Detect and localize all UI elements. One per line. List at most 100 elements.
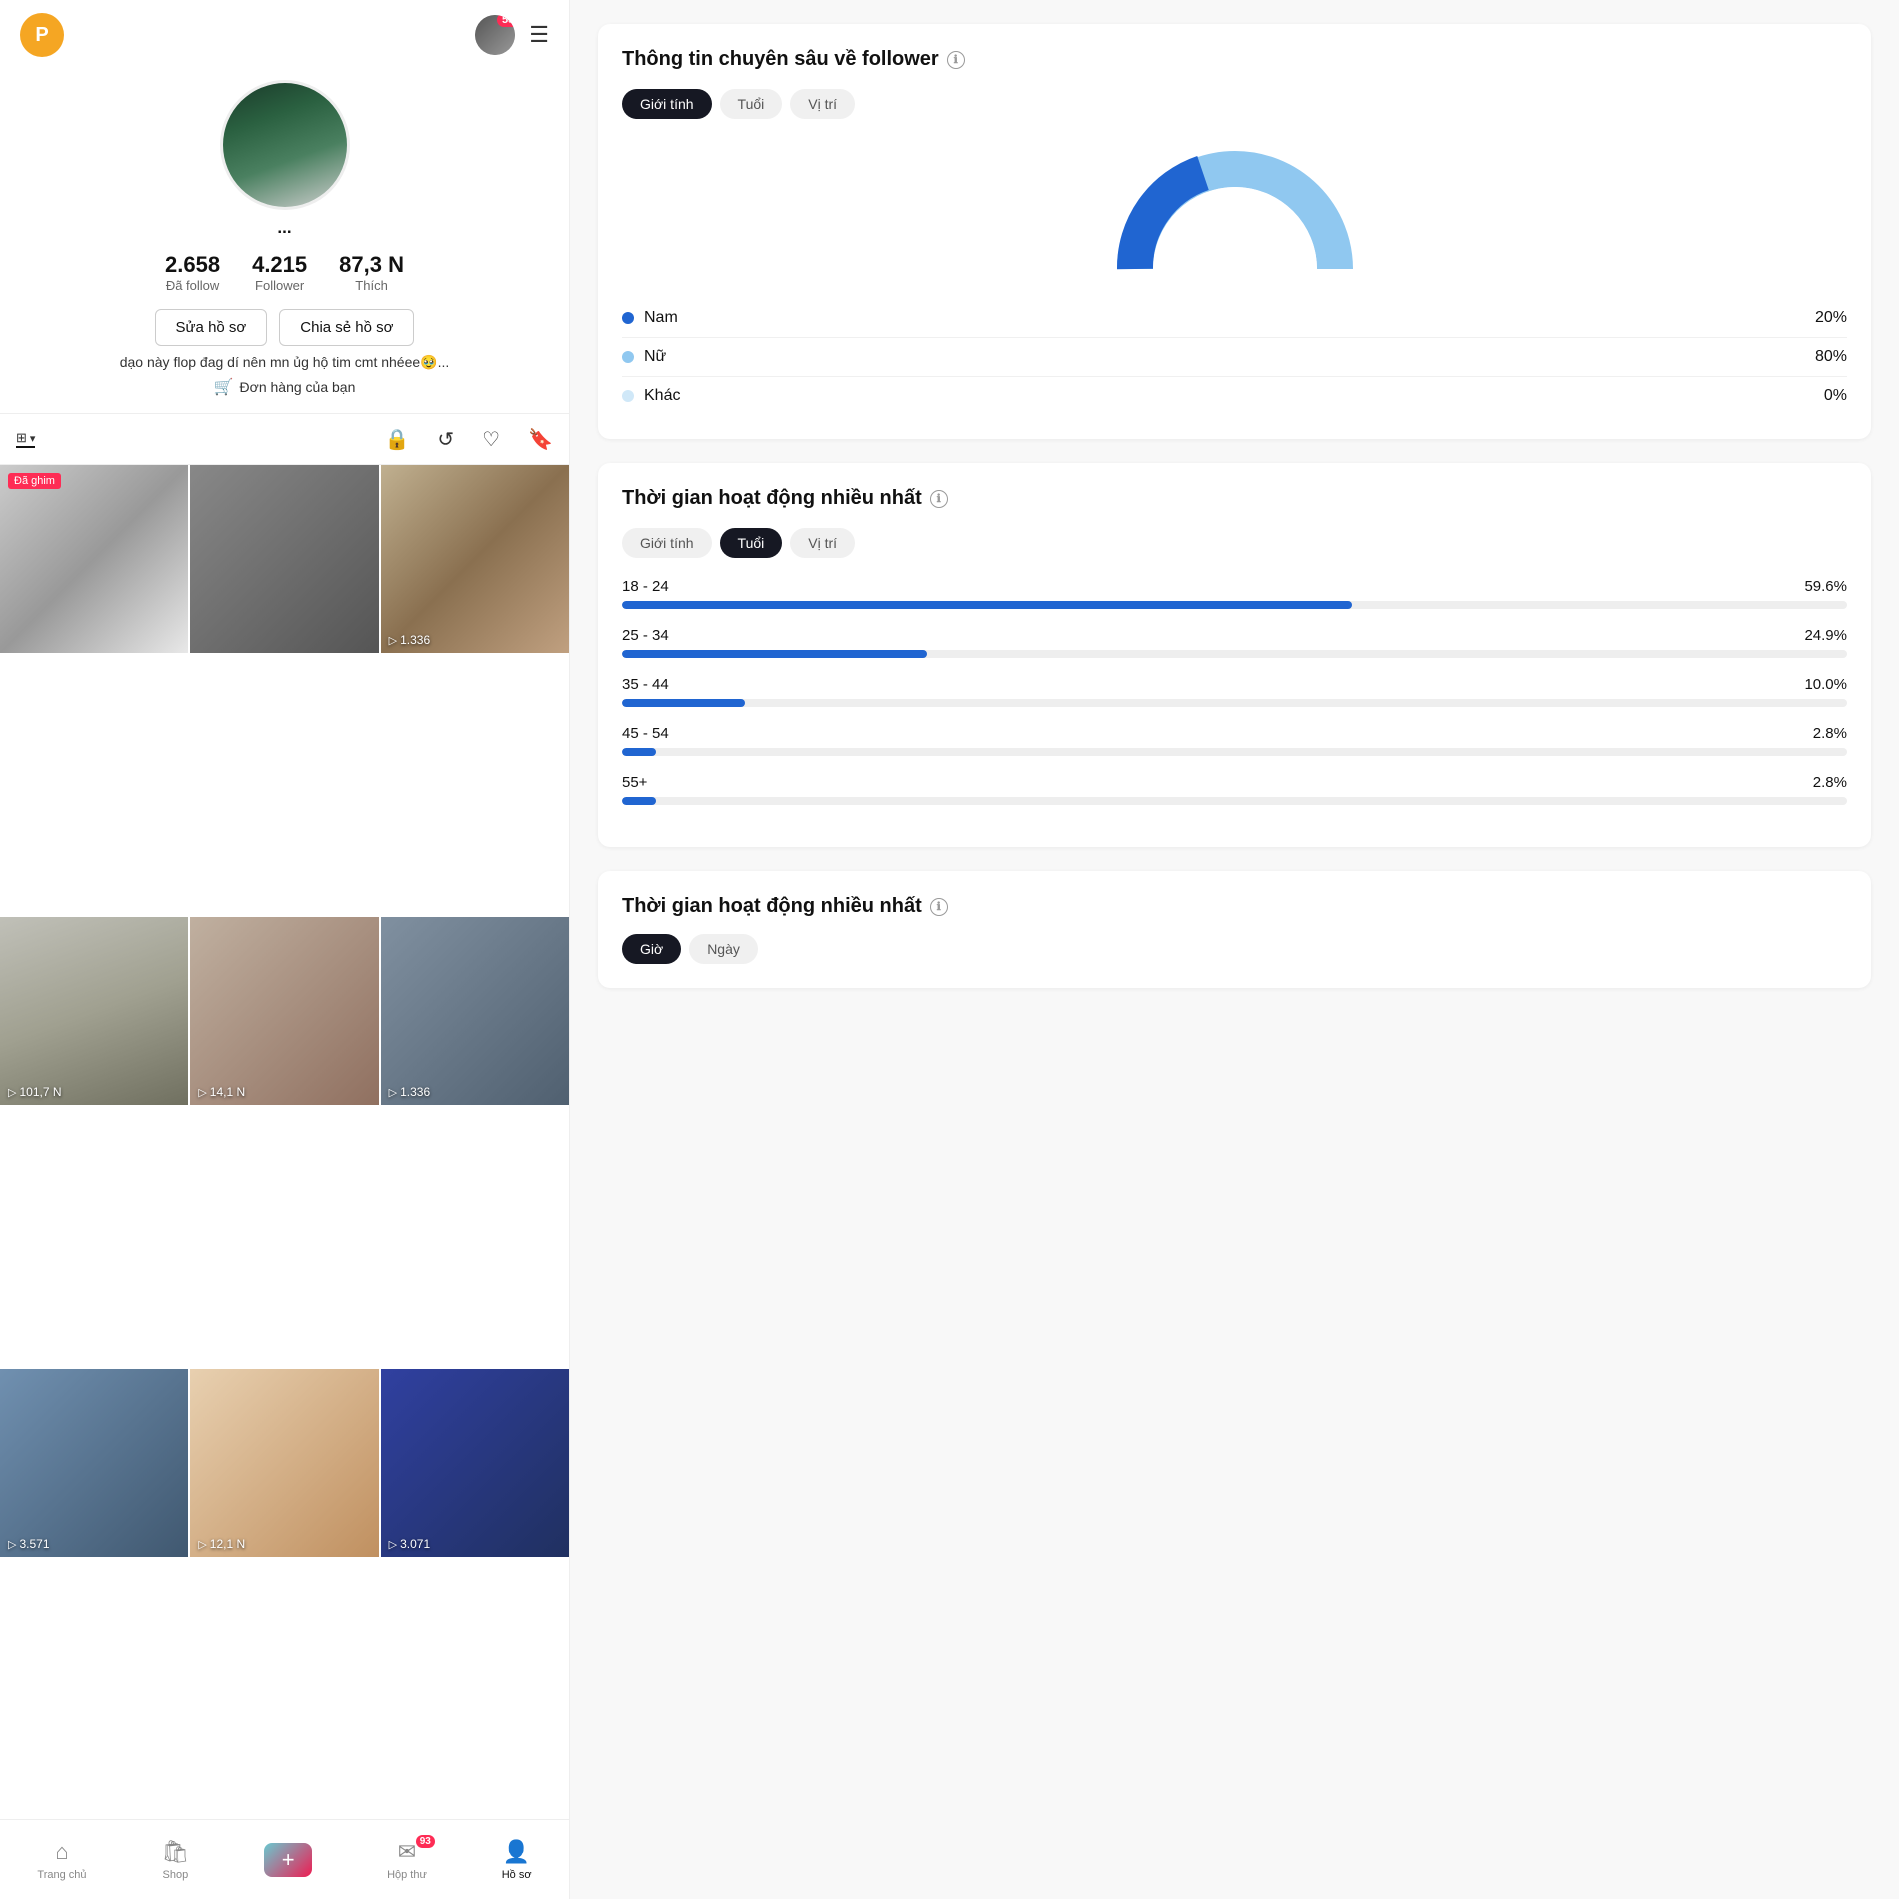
pinned-badge-1: Đã ghim: [8, 473, 61, 489]
stat-followers: 4.215 Follower: [252, 252, 307, 293]
legend-nu: Nữ 80%: [622, 338, 1847, 377]
tab-saved[interactable]: 🔖: [528, 427, 553, 452]
pct-25-34: 24.9%: [1804, 627, 1847, 644]
video-cell-6[interactable]: ▷ 1.336: [381, 917, 569, 1105]
likes-count: 87,3 N: [339, 252, 404, 278]
order-link-text: Đơn hàng của bạn: [240, 379, 356, 395]
nav-profile-label: Hồ sơ: [502, 1869, 532, 1881]
nam-label: Nam: [644, 309, 678, 327]
stat-likes: 87,3 N Thích: [339, 252, 404, 293]
video-cell-7[interactable]: ▷ 3.571: [0, 1369, 188, 1557]
filter-tab-age[interactable]: Tuổi: [720, 89, 783, 119]
video-cell-9[interactable]: ▷ 3.071: [381, 1369, 569, 1557]
activity-age-filter-tabs: Giới tính Tuổi Vị trí: [622, 528, 1847, 558]
profile-avatar: [220, 80, 350, 210]
khac-dot: [622, 390, 634, 402]
follower-info-card: Thông tin chuyên sâu về follower ℹ Giới …: [598, 24, 1871, 439]
video-cell-3[interactable]: ▷ 1.336: [381, 465, 569, 653]
khac-label: Khác: [644, 387, 680, 405]
legend-khac: Khác 0%: [622, 377, 1847, 415]
inbox-badge: 93: [416, 1835, 435, 1848]
profile-icon: 👤: [503, 1839, 530, 1865]
followers-label: Follower: [255, 278, 304, 293]
video-label-5: ▷ 14,1 N: [198, 1085, 245, 1099]
video-cell-4[interactable]: ▷ 101,7 N: [0, 917, 188, 1105]
video-label-3: ▷ 1.336: [389, 633, 431, 647]
activity-age-title: Thời gian hoạt động nhiều nhất ℹ: [622, 487, 1847, 510]
filter-tab-gender[interactable]: Giới tính: [622, 89, 712, 119]
activity-time-age-card: Thời gian hoạt động nhiều nhất ℹ Giới tí…: [598, 463, 1871, 847]
pct-35-44: 10.0%: [1804, 676, 1847, 693]
video-cell-8[interactable]: ▷ 12,1 N: [190, 1369, 378, 1557]
content-tabs: ⊞▾ 🔒 ↺ ♡ 🔖: [0, 413, 569, 465]
left-panel: P 58 ☰ ... 2.658 Đã follow 4.215 Followe…: [0, 0, 570, 1899]
right-panel: Thông tin chuyên sâu về follower ℹ Giới …: [570, 0, 1899, 1899]
stat-following: 2.658 Đã follow: [165, 252, 220, 293]
bottom-nav: ⌂ Trang chủ 🛍 Shop + ✉ 93 Hộp thư 👤 Hồ s…: [0, 1819, 569, 1899]
nav-plus[interactable]: +: [264, 1843, 312, 1877]
age-bar-section: 18 - 24 59.6% 25 - 34 24.9% 35 - 44 10.0…: [622, 578, 1847, 805]
shop-icon: 🛍: [161, 1839, 189, 1865]
header: P 58 ☰: [0, 0, 569, 70]
activity-age-filter-location[interactable]: Vị trí: [790, 528, 855, 558]
nav-inbox-label: Hộp thư: [387, 1869, 427, 1881]
bar-row-45-54: 45 - 54 2.8%: [622, 725, 1847, 756]
video-cell-5[interactable]: ▷ 14,1 N: [190, 917, 378, 1105]
nav-profile[interactable]: 👤 Hồ sơ: [502, 1839, 532, 1881]
nav-inbox[interactable]: ✉ 93 Hộp thư: [387, 1839, 427, 1881]
video-label-9: ▷ 3.071: [389, 1537, 431, 1551]
video-label-8: ▷ 12,1 N: [198, 1537, 245, 1551]
action-buttons: Sửa hồ sơ Chia sẻ hồ sơ: [155, 309, 415, 346]
order-link[interactable]: 🛒 Đơn hàng của bạn: [214, 377, 356, 397]
header-right: 58 ☰: [475, 15, 549, 55]
nam-dot: [622, 312, 634, 324]
tab-repost[interactable]: ↺: [437, 427, 454, 452]
donut-chart: [1105, 139, 1365, 279]
share-profile-button[interactable]: Chia sẻ hồ sơ: [279, 309, 414, 346]
age-25-34: 25 - 34: [622, 627, 669, 644]
legend-nam: Nam 20%: [622, 299, 1847, 338]
video-label-4: ▷ 101,7 N: [8, 1085, 62, 1099]
nav-shop[interactable]: 🛍 Shop: [161, 1839, 189, 1881]
filter-tab-location[interactable]: Vị trí: [790, 89, 855, 119]
age-35-44: 35 - 44: [622, 676, 669, 693]
activity-time-bottom-card: Thời gian hoạt động nhiều nhất ℹ Giờ Ngà…: [598, 871, 1871, 988]
tab-lock[interactable]: 🔒: [384, 427, 409, 452]
profile-section: ... 2.658 Đã follow 4.215 Follower 87,3 …: [0, 70, 569, 413]
bar-row-35-44: 35 - 44 10.0%: [622, 676, 1847, 707]
video-cell-2[interactable]: [190, 465, 378, 653]
bio-text: dạo này flop đag dí nên mn ủg hộ tim cmt…: [120, 354, 450, 371]
age-55plus: 55+: [622, 774, 647, 791]
bottom-filter-tab-day[interactable]: Ngày: [689, 934, 758, 964]
activity-age-info-icon[interactable]: ℹ: [930, 490, 948, 508]
activity-bottom-filter-tabs: Giờ Ngày: [622, 934, 1847, 964]
stats-row: 2.658 Đã follow 4.215 Follower 87,3 N Th…: [165, 252, 404, 293]
username: ...: [277, 218, 291, 238]
tab-videos-dropdown[interactable]: ⊞▾: [16, 430, 35, 448]
bottom-filter-tab-hour[interactable]: Giờ: [622, 934, 681, 964]
video-grid: Đã ghim ▷ 1.336 ▷ 101,7 N ▷ 14,1 N: [0, 465, 569, 1819]
header-avatar[interactable]: 58: [475, 15, 515, 55]
bar-row-55plus: 55+ 2.8%: [622, 774, 1847, 805]
menu-icon[interactable]: ☰: [529, 22, 549, 48]
video-cell-1[interactable]: Đã ghim: [0, 465, 188, 653]
follower-filter-tabs: Giới tính Tuổi Vị trí: [622, 89, 1847, 119]
premium-icon[interactable]: P: [20, 13, 64, 57]
tab-liked[interactable]: ♡: [482, 427, 500, 452]
video-label-7: ▷ 3.571: [8, 1537, 50, 1551]
activity-bottom-info-icon[interactable]: ℹ: [930, 898, 948, 916]
age-45-54: 45 - 54: [622, 725, 669, 742]
followers-count: 4.215: [252, 252, 307, 278]
inbox-icon: ✉: [398, 1839, 416, 1865]
following-label: Đã follow: [166, 278, 219, 293]
activity-age-filter-age[interactable]: Tuổi: [720, 528, 783, 558]
plus-button[interactable]: +: [264, 1843, 312, 1877]
likes-label: Thích: [355, 278, 388, 293]
video-label-6: ▷ 1.336: [389, 1085, 431, 1099]
activity-age-filter-gender[interactable]: Giới tính: [622, 528, 712, 558]
following-count: 2.658: [165, 252, 220, 278]
activity-bottom-title: Thời gian hoạt động nhiều nhất ℹ: [622, 895, 1847, 918]
edit-profile-button[interactable]: Sửa hồ sơ: [155, 309, 268, 346]
follower-info-icon[interactable]: ℹ: [947, 51, 965, 69]
nav-home[interactable]: ⌂ Trang chủ: [37, 1839, 86, 1881]
